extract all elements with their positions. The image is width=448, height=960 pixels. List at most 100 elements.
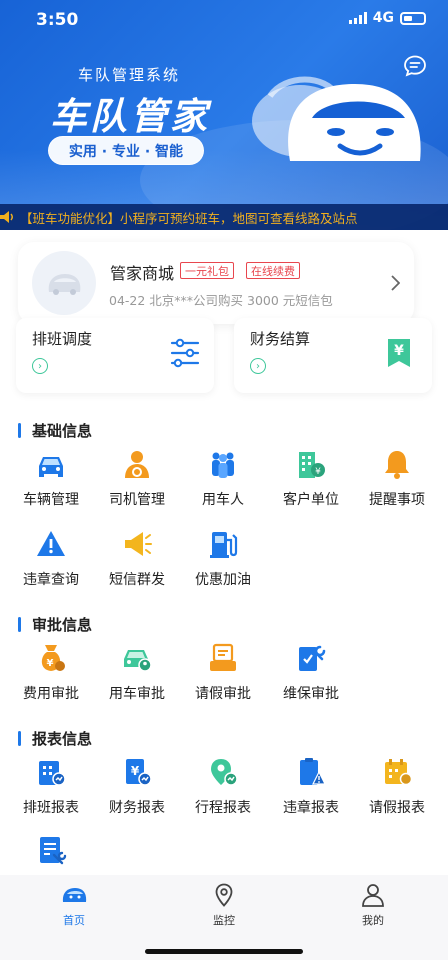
maintenance-report-icon	[40, 837, 67, 865]
sliders-icon	[170, 338, 200, 368]
tile-label: 排班报表	[23, 800, 79, 816]
home-car-icon	[62, 888, 87, 902]
status-time: 3:50	[36, 10, 79, 30]
svg-text:¥: ¥	[47, 658, 54, 669]
megaphone-icon	[125, 532, 152, 556]
home-indicator	[145, 949, 303, 954]
arrow-circle-icon: ›	[32, 358, 48, 374]
users-icon	[212, 452, 234, 478]
tile-label: 优惠加油	[195, 572, 251, 588]
tile-label: 司机管理	[109, 492, 165, 508]
notice-text: 【班车功能优化】小程序可预约班车，地图可查看线路及站点	[20, 210, 358, 226]
tile-label: 客户单位	[283, 492, 339, 508]
tile-leave-report[interactable]: 请假报表	[352, 756, 442, 826]
tile-label: 提醒事项	[369, 492, 425, 508]
section-title-basic: 基础信息	[18, 420, 92, 441]
tile-finance-report[interactable]: ¥ 财务报表	[92, 756, 182, 826]
tile-vehicle-management[interactable]: 车辆管理	[6, 448, 96, 518]
car-mascot-icon	[252, 76, 421, 161]
quick-card-scheduling[interactable]: 排班调度 ›	[16, 318, 214, 393]
tile-label: 用车人	[202, 492, 244, 508]
tile-vehicle-approval[interactable]: 用车审批	[92, 642, 182, 712]
fuel-icon	[210, 532, 238, 558]
tile-expense-approval[interactable]: ¥ 费用审批	[6, 642, 96, 712]
status-bar-right: 4G	[348, 10, 426, 26]
tile-reminders[interactable]: 提醒事项	[352, 448, 442, 518]
network-label: 4G	[372, 10, 394, 26]
tile-leave-approval[interactable]: 请假审批	[178, 642, 268, 712]
arrow-circle-icon: ›	[250, 358, 266, 374]
tile-label: 维保审批	[283, 686, 339, 702]
battery-icon	[400, 11, 426, 25]
user-icon	[362, 884, 384, 907]
bottom-tab-bar: 首页 监控 我的	[0, 875, 448, 960]
hero-tagline: 实用 · 专业 · 智能	[48, 136, 204, 165]
yuan-ticket-icon: ¥	[388, 339, 410, 367]
tile-violation-query[interactable]: 违章查询	[6, 528, 96, 598]
tab-home[interactable]: 首页	[34, 883, 114, 931]
quick-card-finance[interactable]: 财务结算 › ¥	[234, 318, 432, 393]
finance-report-icon: ¥	[126, 759, 152, 786]
tab-mine[interactable]: 我的	[333, 883, 413, 931]
violation-report-icon	[300, 758, 326, 785]
tab-label: 我的	[362, 914, 384, 927]
building-icon: ¥	[299, 452, 325, 478]
maintenance-icon	[299, 645, 326, 671]
tile-sms-broadcast[interactable]: 短信群发	[92, 528, 182, 598]
tile-label: 用车审批	[109, 686, 165, 702]
quick-label: 财务结算	[250, 330, 311, 348]
tile-maintenance-approval[interactable]: 维保审批	[266, 642, 356, 712]
shop-card[interactable]: 管家商城 一元礼包 在线续费 04-22 北京***公司购买 3000 元短信包	[18, 242, 414, 324]
tile-label: 违章报表	[283, 800, 339, 816]
car-approval-icon	[124, 650, 152, 672]
badge-gift-pack[interactable]: 一元礼包	[180, 262, 234, 279]
hero-title: 车队管家	[50, 95, 210, 138]
hero-banner: 3:50 4G 车队管理系统 车队管家 实用 · 专业 · 智能	[0, 0, 448, 230]
warning-icon	[37, 531, 65, 556]
section-title-reports: 报表信息	[18, 728, 92, 749]
svg-text:¥: ¥	[394, 343, 404, 359]
tile-label: 费用审批	[23, 686, 79, 702]
notice-bar[interactable]: 【班车功能优化】小程序可预约班车，地图可查看线路及站点	[0, 204, 448, 230]
main-content: 管家商城 一元礼包 在线续费 04-22 北京***公司购买 3000 元短信包…	[0, 230, 448, 875]
tile-label: 行程报表	[195, 800, 251, 816]
tile-label: 请假审批	[195, 686, 251, 702]
tile-schedule-report[interactable]: 排班报表	[6, 756, 96, 826]
svg-text:¥: ¥	[131, 764, 140, 778]
tile-label: 车辆管理	[23, 492, 79, 508]
tile-label: 短信群发	[109, 572, 165, 588]
tab-label: 首页	[63, 914, 85, 927]
shop-title: 管家商城	[110, 264, 175, 283]
tile-label: 请假报表	[369, 800, 425, 816]
section-title-approval: 审批信息	[18, 614, 92, 635]
tile-client-units[interactable]: ¥ 客户单位	[266, 448, 356, 518]
tab-label: 监控	[213, 914, 235, 927]
shop-avatar	[32, 251, 96, 315]
signal-icon	[348, 12, 367, 24]
trip-report-icon	[211, 759, 238, 786]
location-pin-icon	[215, 883, 233, 907]
bell-icon	[385, 451, 409, 479]
tile-violation-report[interactable]: 违章报表	[266, 756, 356, 826]
tile-fuel-discount[interactable]: 优惠加油	[178, 528, 268, 598]
driver-icon	[125, 451, 149, 478]
tab-monitor[interactable]: 监控	[184, 883, 264, 931]
tile-trip-report[interactable]: 行程报表	[178, 756, 268, 826]
leave-icon	[210, 643, 236, 671]
schedule-report-icon	[39, 761, 66, 786]
money-bag-icon: ¥	[41, 645, 65, 671]
tile-label: 违章查询	[23, 572, 79, 588]
car-logo-icon	[48, 274, 81, 295]
tile-passengers[interactable]: 用车人	[178, 448, 268, 518]
badge-renewal[interactable]: 在线续费	[246, 262, 300, 279]
svg-text:¥: ¥	[315, 467, 321, 477]
speaker-icon	[0, 211, 13, 223]
leave-report-icon	[385, 759, 413, 786]
tile-driver-management[interactable]: 司机管理	[92, 448, 182, 518]
hero-subtitle: 车队管理系统	[78, 66, 181, 84]
shop-description: 04-22 北京***公司购买 3000 元短信包	[109, 293, 333, 308]
car-icon	[39, 457, 63, 477]
chevron-right-icon	[391, 275, 400, 291]
tile-label: 财务报表	[109, 800, 165, 816]
quick-label: 排班调度	[32, 330, 93, 348]
